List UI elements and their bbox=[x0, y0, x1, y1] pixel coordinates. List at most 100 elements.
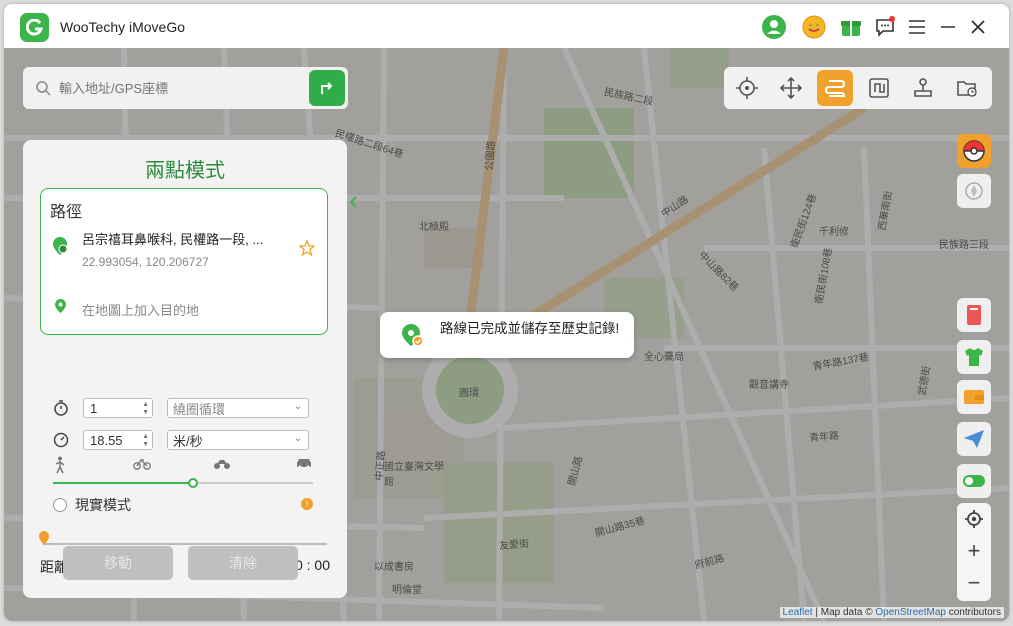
share-button[interactable] bbox=[957, 422, 991, 456]
toggle-button[interactable] bbox=[957, 464, 991, 498]
clear-button[interactable]: 清除 bbox=[188, 546, 298, 580]
route-heading: 路徑 bbox=[50, 204, 83, 221]
bicycle-icon[interactable] bbox=[133, 456, 151, 470]
joystick-icon bbox=[914, 78, 932, 97]
close-icon[interactable] bbox=[966, 15, 990, 39]
zoom-in-button[interactable]: + bbox=[957, 535, 991, 567]
loop-count-value: 1 bbox=[90, 400, 98, 416]
app-logo-icon bbox=[20, 13, 49, 42]
origin-coords: 22.993054, 120.206727 bbox=[82, 255, 209, 269]
panel-title: 兩點模式 bbox=[145, 160, 225, 182]
attribution-middle: | Map data © bbox=[812, 607, 876, 618]
teleport-mode-button[interactable] bbox=[729, 70, 765, 106]
speed-stepper[interactable]: 18.55 ▲ ▼ bbox=[83, 430, 153, 450]
speed-slider[interactable] bbox=[53, 478, 313, 488]
motorcycle-icon[interactable] bbox=[213, 456, 231, 470]
chat-icon[interactable] bbox=[873, 15, 897, 39]
shirt-button[interactable] bbox=[957, 340, 991, 374]
search-go-button[interactable] bbox=[309, 70, 345, 106]
collapse-panel-button[interactable] bbox=[347, 188, 361, 216]
road-label: 公園路 bbox=[484, 140, 498, 172]
osm-link[interactable]: OpenStreetMap bbox=[875, 607, 946, 618]
chevron-left-icon bbox=[350, 196, 357, 208]
bookmark-icon bbox=[967, 305, 981, 325]
compass-button[interactable] bbox=[957, 174, 991, 208]
crosshair-icon bbox=[965, 510, 983, 528]
locate-me-button[interactable] bbox=[957, 503, 991, 535]
minimize-icon[interactable] bbox=[936, 15, 960, 39]
speed-slider-fill bbox=[53, 482, 194, 484]
target-icon bbox=[736, 77, 758, 99]
origin-name: 呂宗禧耳鼻喉科, 民權路一段, ... bbox=[82, 232, 264, 247]
speed-unit-value: 米/秒 bbox=[173, 433, 203, 449]
move-icon bbox=[779, 76, 803, 100]
app-title: WooTechy iMoveGo bbox=[60, 19, 186, 35]
route-box: 路徑 呂宗禧耳鼻喉科, 民權路一段, ... 22.993054, 120.20… bbox=[40, 188, 328, 335]
wallet-icon bbox=[964, 390, 984, 404]
joystick-mode-button[interactable] bbox=[905, 70, 941, 106]
loop-row: 1 ▲ ▼ 繞圈循環 ⌄ bbox=[53, 398, 309, 418]
two-spot-mode-button[interactable] bbox=[817, 70, 853, 106]
search-bar bbox=[23, 67, 348, 109]
walk-icon[interactable] bbox=[53, 456, 67, 474]
road-label: 民族路三段 bbox=[939, 240, 989, 251]
pokeball-icon bbox=[963, 140, 985, 162]
speed-value: 18.55 bbox=[90, 432, 123, 448]
poi-label: 圓環 bbox=[459, 388, 479, 399]
poi-label: 國立臺灣文學館 bbox=[384, 462, 444, 488]
route-arrow-icon bbox=[321, 82, 333, 94]
map-view[interactable]: 民權路二段64巷 公園路 民族路二段 中山路 中山路82巷 衛民街124巷 衛民… bbox=[4, 48, 1009, 621]
leaflet-link[interactable]: Leaflet bbox=[783, 607, 813, 618]
poi-label: 明倫堂 bbox=[392, 585, 422, 596]
road-label: 青年路 bbox=[808, 430, 840, 445]
compass-icon bbox=[965, 182, 983, 200]
multi-spot-mode-button[interactable] bbox=[861, 70, 897, 106]
car-icon[interactable] bbox=[295, 456, 313, 470]
poi-label: 北極殿 bbox=[419, 222, 449, 233]
move-mode-button[interactable] bbox=[773, 70, 809, 106]
user-icon[interactable] bbox=[762, 15, 786, 39]
bookmark-button[interactable] bbox=[957, 298, 991, 332]
shirt-icon bbox=[965, 348, 983, 366]
two-spot-panel: 兩點模式 路徑 呂宗禧耳鼻喉科, 民權路一段, ... 22.993054, 1… bbox=[23, 140, 357, 598]
poi-label: 全心藥局 bbox=[644, 352, 684, 363]
map-attribution: Leaflet | Map data © OpenStreetMap contr… bbox=[779, 607, 1004, 618]
speed-slider-knob[interactable] bbox=[188, 478, 199, 488]
route-saved-icon bbox=[402, 324, 424, 347]
progress-pin-icon bbox=[39, 531, 49, 545]
history-icon bbox=[957, 81, 977, 97]
stepper-arrows-icon[interactable]: ▲ ▼ bbox=[142, 401, 149, 417]
loop-mode-select[interactable]: 繞圈循環 ⌄ bbox=[167, 398, 309, 418]
chevron-down-icon: ⌄ bbox=[293, 401, 302, 412]
search-input[interactable] bbox=[59, 80, 299, 96]
pokemon-go-button[interactable] bbox=[957, 134, 991, 168]
title-bar: WooTechy iMoveGo bbox=[4, 4, 1009, 48]
loop-count-stepper[interactable]: 1 ▲ ▼ bbox=[83, 398, 153, 418]
emoji-icon[interactable] bbox=[802, 15, 826, 39]
real-mode-toggle[interactable]: 現實模式 bbox=[53, 495, 131, 515]
menu-icon[interactable] bbox=[905, 15, 929, 39]
search-icon bbox=[36, 81, 51, 96]
speedometer-icon bbox=[53, 432, 69, 448]
move-button[interactable]: 移動 bbox=[63, 546, 173, 580]
poi-label: 以成書房 bbox=[374, 562, 414, 573]
real-mode-radio[interactable] bbox=[53, 498, 67, 512]
zoom-out-button[interactable]: − bbox=[957, 567, 991, 599]
vehicle-selector bbox=[53, 456, 315, 474]
add-destination-prompt[interactable]: 在地圖上加入目的地 bbox=[82, 300, 199, 319]
info-icon[interactable]: ! bbox=[301, 498, 313, 510]
send-icon bbox=[964, 430, 984, 448]
history-button[interactable] bbox=[949, 70, 985, 106]
road-label: 友愛街 bbox=[498, 538, 530, 553]
stepper-arrows-icon[interactable]: ▲ ▼ bbox=[142, 433, 149, 449]
wallet-button[interactable] bbox=[957, 380, 991, 414]
real-mode-label: 現實模式 bbox=[75, 497, 131, 513]
gift-icon[interactable] bbox=[839, 15, 863, 39]
speed-unit-select[interactable]: 米/秒 ⌄ bbox=[167, 430, 309, 450]
origin-pin-icon bbox=[53, 237, 67, 255]
toast-message: 路線已完成並儲存至歷史記錄! bbox=[440, 321, 620, 336]
favorite-star-icon[interactable] bbox=[299, 240, 315, 256]
toast-notification: 路線已完成並儲存至歷史記錄! bbox=[380, 312, 634, 358]
loop-mode-value: 繞圈循環 bbox=[173, 401, 226, 417]
multi-spot-mode-icon bbox=[869, 78, 889, 98]
